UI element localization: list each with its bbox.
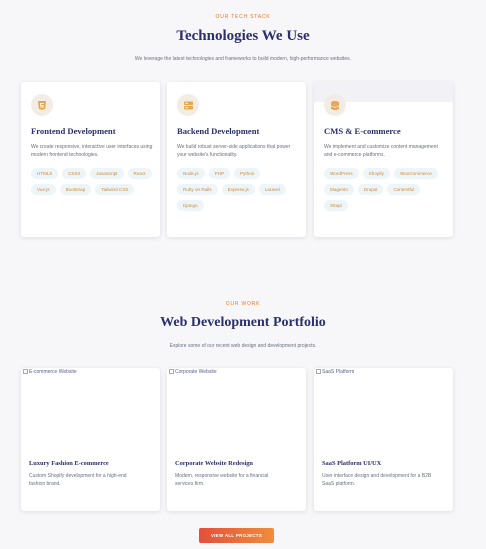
tech-tag: HTML5 <box>31 168 59 180</box>
broken-image-icon <box>23 369 28 375</box>
portfolio-image: E-commerce Website <box>21 368 160 457</box>
tech-section-title: Technologies We Use <box>176 28 310 44</box>
tech-tag-list: Node.js PHP Python Ruby on Rails Express… <box>177 168 299 212</box>
tech-tag: Bootstrap <box>59 184 92 196</box>
portfolio-eyebrow: OUR WORK <box>225 301 261 307</box>
tech-tag: Vue.js <box>31 184 56 196</box>
portfolio-card-title: SaaS Platform UI/UX <box>322 460 382 467</box>
tech-card-title: CMS & E-commerce <box>324 126 401 136</box>
tech-tag: PHP <box>208 168 231 180</box>
portfolio-section-subtitle: Explore some of our recent web design an… <box>169 343 317 349</box>
tech-tag: CSS3 <box>62 168 87 180</box>
broken-image-icon <box>169 369 174 375</box>
tech-tag: Shopify <box>362 168 390 180</box>
portfolio-card[interactable]: E-commerce Website Luxury Fashion E-comm… <box>21 368 160 511</box>
view-all-projects-button[interactable]: VIEW ALL PROJECTS <box>199 528 274 543</box>
portfolio-card-title: Corporate Website Redesign <box>175 460 253 467</box>
tech-tag: Laravel <box>258 184 286 196</box>
database-icon <box>324 94 346 116</box>
tech-card-backend: Backend Development We build robust serv… <box>167 82 306 237</box>
html5-icon <box>31 94 53 116</box>
server-icon <box>177 94 199 116</box>
portfolio-image-alt: SaaS Platform <box>322 369 355 375</box>
portfolio-card[interactable]: Corporate Website Corporate Website Rede… <box>167 368 306 511</box>
portfolio-card-desc: Custom Shopify development for a high-en… <box>29 473 127 487</box>
portfolio-card-desc: User interface design and development fo… <box>322 473 432 487</box>
tech-card-desc: We create responsive, interactive user i… <box>31 144 153 158</box>
tech-card-desc: We implement and customize content manag… <box>324 144 438 158</box>
broken-image-icon <box>316 369 321 375</box>
tech-card-cms: CMS & E-commerce We implement and custom… <box>314 82 453 237</box>
portfolio-section-title: Web Development Portfolio <box>160 315 326 330</box>
tech-tag: Contentful <box>387 184 421 196</box>
tech-tag-list: WordPress Shopify WooCommerce Magento Dr… <box>324 168 446 212</box>
tech-tag: Ruby on Rails <box>177 184 218 196</box>
tech-tag: React <box>127 168 152 180</box>
tech-card-title: Frontend Development <box>31 126 116 136</box>
portfolio-card[interactable]: SaaS Platform SaaS Platform UI/UX User i… <box>314 368 453 511</box>
tech-tag-list: HTML5 CSS3 JavaScript React Vue.js Boots… <box>31 168 153 196</box>
tech-card-frontend: Frontend Development We create responsiv… <box>21 82 160 237</box>
tech-tag: Python <box>234 168 261 180</box>
tech-card-title: Backend Development <box>177 126 260 136</box>
portfolio-image-alt: E-commerce Website <box>29 369 77 375</box>
tech-tag: Django <box>177 200 204 212</box>
tech-card-desc: We build robust server-side applications… <box>177 144 291 158</box>
tech-tag: Drupal <box>357 184 384 196</box>
tech-eyebrow: OUR TECH STACK <box>215 14 271 20</box>
tech-tag: Express.js <box>221 184 255 196</box>
tech-tag: JavaScript <box>90 168 124 180</box>
tech-tag: Strapi <box>324 200 349 212</box>
portfolio-image: Corporate Website <box>167 368 306 457</box>
portfolio-card-title: Luxury Fashion E-commerce <box>29 460 109 467</box>
tech-tag: WooCommerce <box>393 168 438 180</box>
tech-tag: Node.js <box>177 168 205 180</box>
tech-tag: Tailwind CSS <box>95 184 135 196</box>
portfolio-card-desc: Modern, responsive website for a financi… <box>175 473 269 487</box>
portfolio-image: SaaS Platform <box>314 368 453 457</box>
tech-section-subtitle: We leverage the latest technologies and … <box>134 56 352 62</box>
tech-tag: WordPress <box>324 168 359 180</box>
tech-tag: Magento <box>324 184 354 196</box>
portfolio-image-alt: Corporate Website <box>175 369 217 375</box>
